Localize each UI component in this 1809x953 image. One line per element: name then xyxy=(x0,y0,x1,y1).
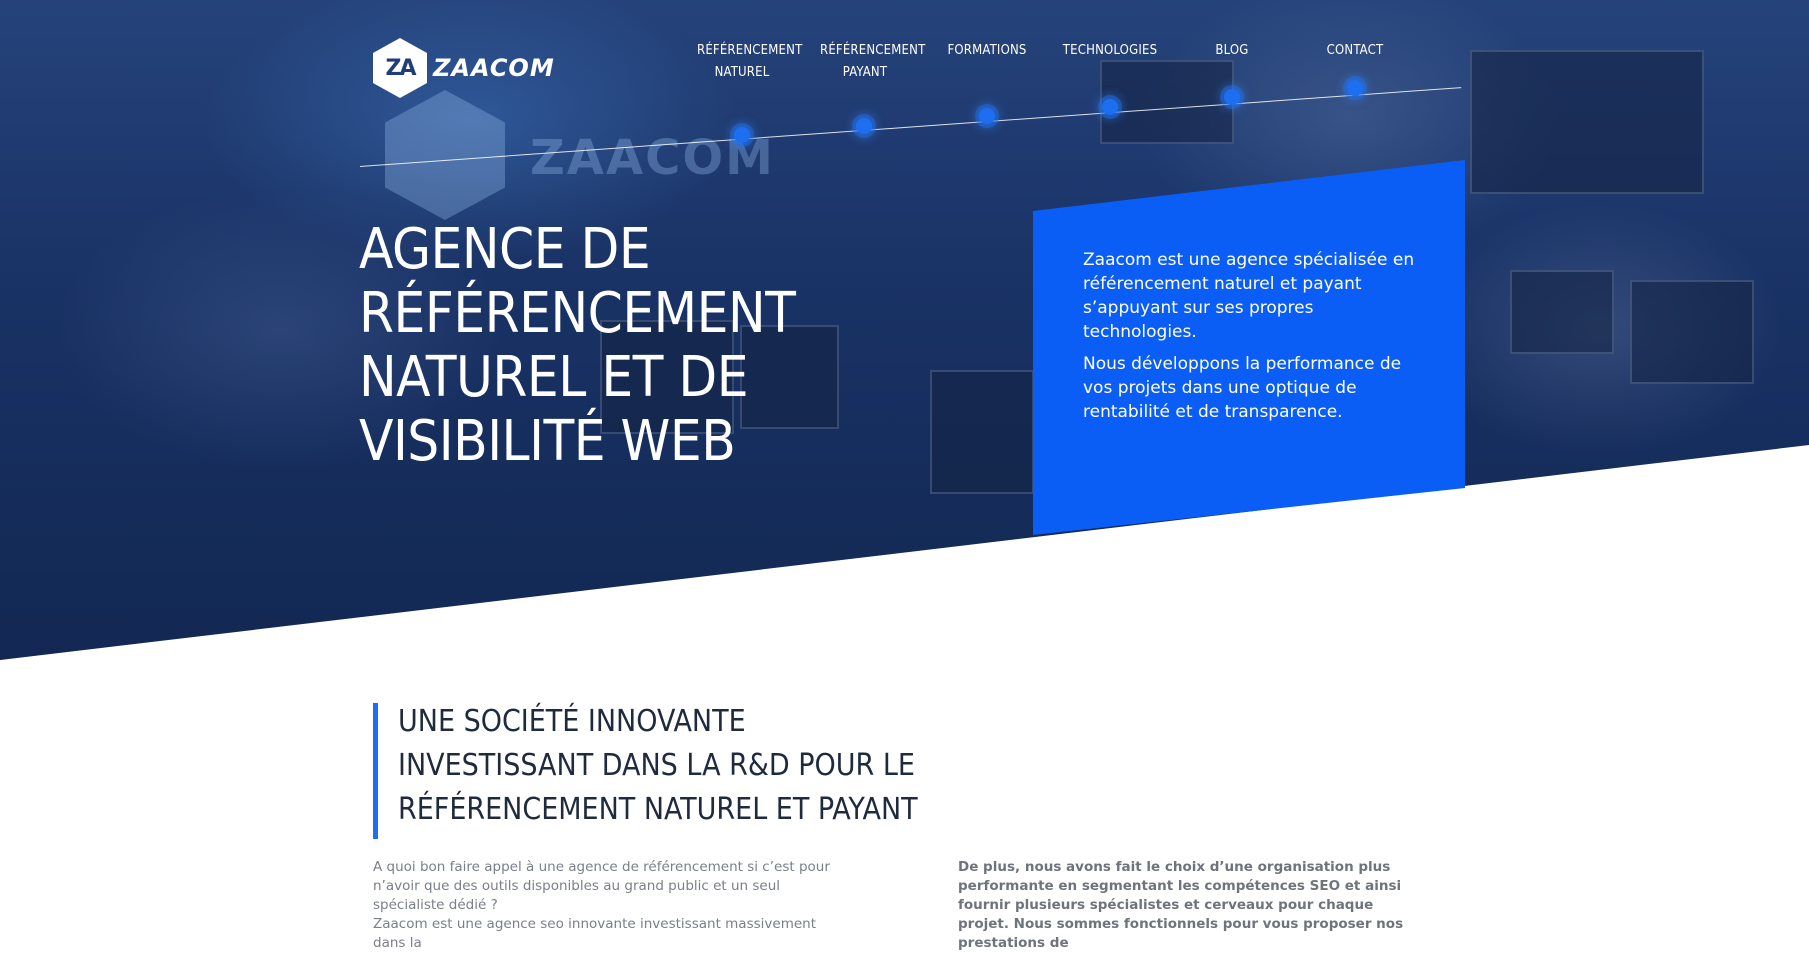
monitor-graphic xyxy=(1510,270,1614,354)
nav-item-contact[interactable]: CONTACT xyxy=(1327,40,1384,62)
nav-item-referencement-naturel[interactable]: RÉFÉRENCEMENT NATUREL xyxy=(697,40,802,84)
nav-dot-icon xyxy=(979,108,995,124)
window-graphic xyxy=(1470,50,1704,194)
nav-dot-icon xyxy=(1347,80,1363,96)
nav-dot-icon xyxy=(1102,99,1118,115)
monitor-graphic xyxy=(1630,280,1754,384)
section-title: UNE SOCIÉTÉ INNOVANTE INVESTISSANT DANS … xyxy=(398,704,918,827)
section-accent-bar xyxy=(373,703,378,839)
logo-mark: ZA xyxy=(385,55,417,81)
section-text-left: A quoi bon faire appel à une agence de r… xyxy=(373,859,830,951)
intro-paragraph-2: Nous développons la performance de vos p… xyxy=(1083,354,1402,422)
logo-hexagon-icon: ZA xyxy=(373,38,427,98)
intro-paragraph-1: Zaacom est une agence spécialisée en réf… xyxy=(1083,250,1415,342)
window-graphic xyxy=(1100,60,1234,144)
nav-dot-icon xyxy=(856,118,872,134)
brand-logo[interactable]: ZA ZAACOM xyxy=(373,38,555,98)
intro-card: Zaacom est une agence spécialisée en réf… xyxy=(1033,160,1465,535)
nav-item-blog[interactable]: BLOG xyxy=(1215,40,1248,62)
hero-title: AGENCE DE RÉFÉRENCEMENT NATUREL ET DE VI… xyxy=(359,217,796,474)
logo-text: ZAACOM xyxy=(433,54,555,82)
section-text-right: De plus, nous avons fait le choix d’une … xyxy=(958,859,1404,951)
nav-item-technologies[interactable]: TECHNOLOGIES xyxy=(1063,40,1157,62)
nav-item-referencement-payant[interactable]: RÉFÉRENCEMENT PAYANT xyxy=(820,40,925,84)
nav-item-formations[interactable]: FORMATIONS xyxy=(947,40,1026,62)
nav-dot-icon xyxy=(1224,89,1240,105)
nav-dot-icon xyxy=(734,127,750,143)
